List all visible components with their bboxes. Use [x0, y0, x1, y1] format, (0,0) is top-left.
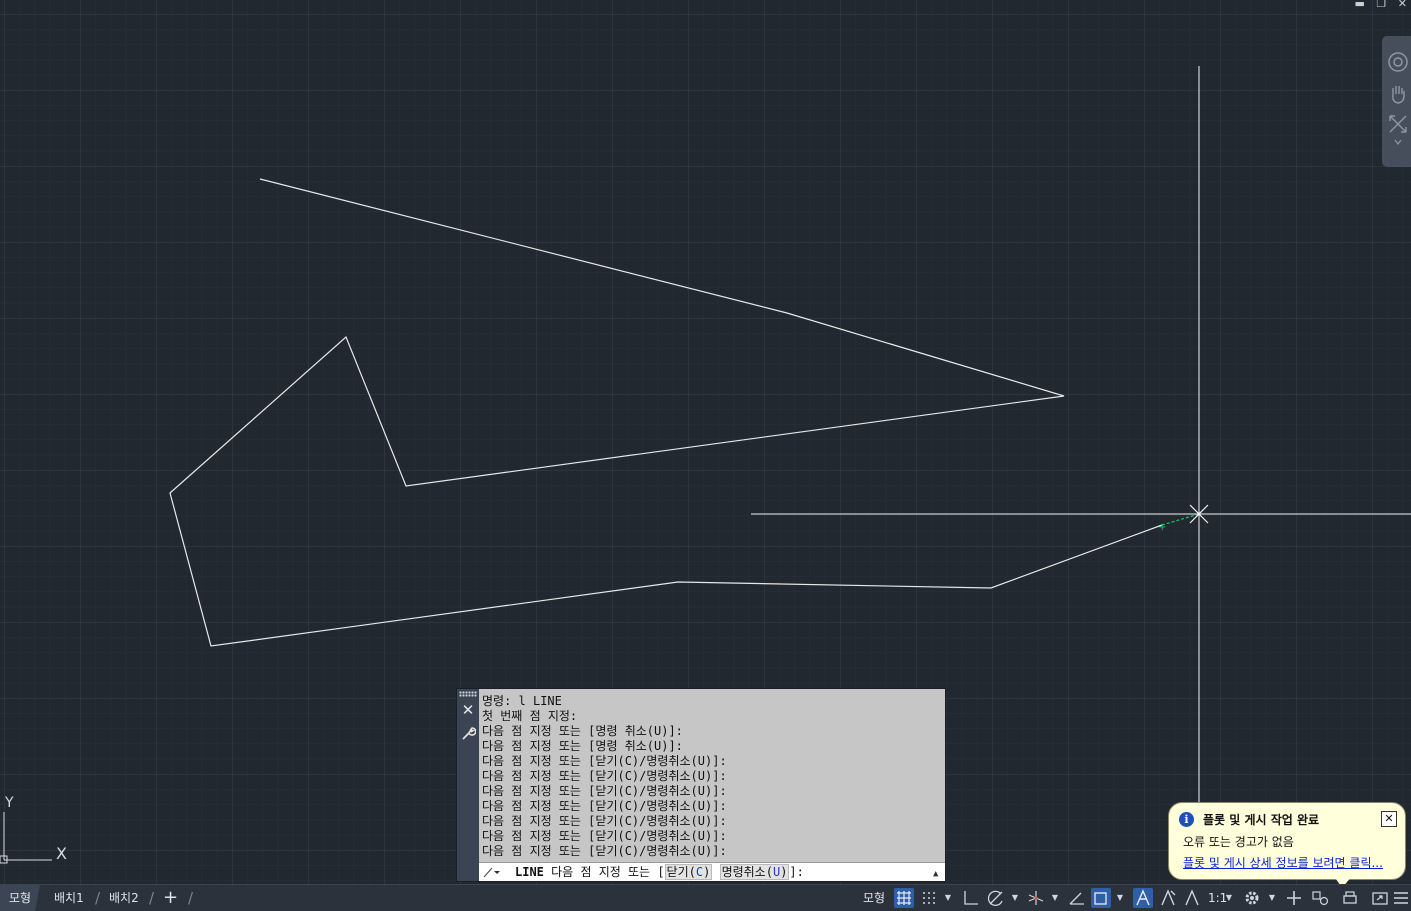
fullscreen-icon[interactable] — [1370, 888, 1390, 908]
notification-close-button[interactable]: ✕ — [1381, 811, 1397, 827]
command-line-window: ✕ 명령: l LINE 첫 번째 점 지정: 다음 점 지정 또는 [명령 취소(… — [456, 688, 946, 882]
auto-scale-icon[interactable] — [1158, 888, 1178, 908]
history-line: 다음 점 지정 또는 [명령 취소(U)]: — [482, 739, 683, 753]
minimize-icon[interactable]: ▬ — [1355, 0, 1365, 10]
ortho-icon[interactable] — [961, 888, 981, 908]
option-close[interactable]: 닫기(C) — [664, 864, 713, 880]
prompt-suffix: ]: — [789, 865, 804, 879]
add-layout-button[interactable]: + — [163, 885, 178, 911]
osnap-dropdown-icon[interactable]: ▼ — [1115, 888, 1125, 908]
history-line: 다음 점 지정 또는 [닫기(C)/명령취소(U)]: — [482, 814, 727, 828]
polar-tracking-icon[interactable] — [986, 888, 1006, 908]
window-controls: ▬ ❐ ✕ — [1347, 0, 1408, 10]
info-icon: i — [1179, 812, 1194, 827]
tab-model[interactable]: 모형 — [0, 885, 40, 911]
tab-layout2[interactable]: 배치2 — [109, 885, 139, 911]
chevron-down-icon[interactable] — [1386, 136, 1410, 150]
history-line: 명령: l LINE — [482, 694, 562, 708]
command-prompt: LINE 다음 점 지정 또는 [닫기(C) 명령취소(U)]: — [515, 863, 804, 881]
object-snap-tracking-icon[interactable] — [1067, 888, 1087, 908]
tab-layout1[interactable]: 배치1 — [54, 885, 84, 911]
option-close-key: C — [695, 865, 704, 879]
snap-mode-icon[interactable] — [920, 888, 940, 908]
wrench-icon[interactable] — [460, 725, 476, 741]
isolate-objects-icon[interactable] — [1310, 888, 1330, 908]
object-snap-icon[interactable] — [1091, 888, 1111, 908]
tab-separator: / — [149, 889, 155, 907]
ucs-x-label: X — [56, 844, 67, 863]
polar-dropdown-icon[interactable]: ▼ — [1010, 888, 1020, 908]
restore-icon[interactable]: ❐ — [1376, 0, 1386, 10]
annotation-scale-icon[interactable] — [1182, 888, 1202, 908]
isodraft-icon[interactable] — [1026, 888, 1046, 908]
navigation-bar — [1382, 36, 1411, 167]
notification-details-link[interactable]: 플롯 및 게시 상세 정보를 보려면 클릭... — [1183, 854, 1383, 871]
plot-notification-balloon: i 플롯 및 게시 작업 완료 ✕ 오류 또는 경고가 없음 플롯 및 게시 상… — [1168, 802, 1406, 880]
snap-marker-icon: + — [1158, 522, 1166, 533]
option-undo-suffix: ) — [780, 865, 788, 879]
plot-status-icon[interactable] — [1340, 888, 1360, 908]
history-line: 다음 점 지정 또는 [닫기(C)/명령취소(U)]: — [482, 754, 727, 768]
pan-hand-icon[interactable] — [1386, 82, 1410, 106]
history-line: 다음 점 지정 또는 [닫기(C)/명령취소(U)]: — [482, 829, 727, 843]
history-line: 다음 점 지정 또는 [닫기(C)/명령취소(U)]: — [482, 769, 727, 783]
ucs-icon: Y X — [0, 795, 67, 864]
workspace-dropdown-icon[interactable]: ▼ — [1267, 888, 1277, 908]
grip-handle[interactable] — [459, 691, 477, 697]
history-line: 다음 점 지정 또는 [닫기(C)/명령취소(U)]: — [482, 799, 727, 813]
command-input[interactable]: LINE 다음 점 지정 또는 [닫기(C) 명령취소(U)]: ▲ — [479, 862, 945, 881]
close-icon[interactable]: ✕ — [460, 702, 476, 718]
history-toggle-icon[interactable]: ▲ — [933, 865, 943, 879]
current-command: LINE — [515, 865, 544, 879]
history-line: 다음 점 지정 또는 [명령 취소(U)]: — [482, 724, 683, 738]
notification-title: 플롯 및 게시 작업 완료 — [1203, 813, 1320, 827]
close-window-icon[interactable]: ✕ — [1398, 0, 1407, 10]
steering-wheel-icon[interactable] — [1386, 50, 1410, 74]
notification-message: 오류 또는 경고가 없음 — [1183, 835, 1294, 849]
command-recent-icon[interactable] — [483, 866, 501, 878]
model-space-button[interactable]: 모형 — [860, 888, 888, 908]
history-line: 첫 번째 점 지정: — [482, 709, 578, 723]
command-history: 명령: l LINE 첫 번째 점 지정: 다음 점 지정 또는 [명령 취소(U)… — [482, 694, 942, 859]
prompt-prefix: 다음 점 지정 또는 [ — [551, 865, 665, 879]
annotation-visibility-icon[interactable] — [1133, 888, 1153, 908]
scale-dropdown-icon[interactable]: ▼ — [1224, 888, 1234, 908]
option-close-label: 닫기( — [666, 865, 696, 879]
option-undo-label: 명령취소( — [721, 865, 773, 879]
drawing-canvas[interactable]: + ▬ ❐ ✕ Y X ✕ 명령: l LINE 첫 번째 점 지정: 다음 점… — [0, 0, 1411, 888]
plus-icon[interactable] — [1284, 888, 1304, 908]
option-undo[interactable]: 명령취소(U) — [719, 864, 790, 880]
isodraft-dropdown-icon[interactable]: ▼ — [1050, 888, 1060, 908]
tab-separator: / — [95, 889, 101, 907]
gear-icon[interactable] — [1242, 888, 1262, 908]
history-line: 다음 점 지정 또는 [닫기(C)/명령취소(U)]: — [482, 784, 727, 798]
menu-icon[interactable] — [1392, 888, 1410, 908]
ucs-y-label: Y — [4, 795, 14, 811]
snap-dropdown-icon[interactable]: ▼ — [943, 888, 953, 908]
history-line: 다음 점 지정 또는 [닫기(C)/명령취소(U)]: — [482, 844, 727, 858]
option-close-suffix: ) — [703, 865, 711, 879]
tab-separator: / — [188, 889, 194, 907]
grid-toggle-icon[interactable] — [894, 888, 914, 908]
zoom-extents-icon[interactable] — [1386, 112, 1410, 136]
status-bar: 모형 배치1 / 배치2 / + / 모형 ▼ ▼ ▼ ▼ 1:1 ▼ ▼ — [0, 884, 1411, 911]
command-window-grip[interactable]: ✕ — [457, 689, 479, 881]
